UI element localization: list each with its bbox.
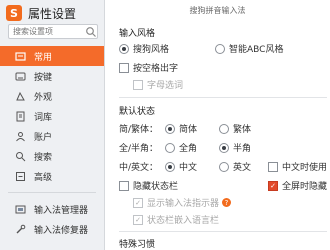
tool-ime-manager[interactable]: 输入法管理器: [0, 199, 104, 219]
checkbox-embed-status[interactable]: ✓ 状态栏嵌入语言栏: [133, 213, 219, 226]
radio-half-width[interactable]: 半角: [219, 141, 251, 154]
book-icon: [14, 110, 26, 122]
section-title-habits: 特殊习惯: [119, 240, 156, 250]
section-divider: [119, 97, 327, 98]
checkbox[interactable]: [268, 161, 278, 172]
label-simp-trad: 简/繁体：: [119, 122, 158, 135]
field-label: 简/繁体：: [119, 125, 159, 135]
sidebar-item-label: 高级: [34, 172, 53, 183]
settings-panel: 搜狗拼音输入法 输入风格 搜狗风格 智能ABC风格 按空格出字 字母选词 默认状…: [105, 0, 330, 250]
radio-button[interactable]: [219, 142, 229, 153]
checkbox[interactable]: [133, 79, 143, 90]
checkbox[interactable]: [119, 180, 129, 191]
search-box[interactable]: [8, 24, 98, 39]
radio-button[interactable]: [165, 123, 175, 134]
checkbox[interactable]: ✓: [133, 197, 143, 208]
palette-icon: [14, 90, 26, 102]
radio-english[interactable]: 英文: [219, 160, 251, 173]
checkbox-label: 字母选词: [147, 81, 184, 91]
radio-simplified[interactable]: 简体: [165, 122, 197, 135]
checkbox-letter-select[interactable]: 字母选词: [133, 78, 183, 91]
keyboard-icon: [14, 70, 26, 82]
radio-label: 半角: [233, 144, 252, 154]
sidebar-divider: [8, 192, 96, 193]
radio-chinese[interactable]: 中文: [165, 160, 197, 173]
field-label: 全/半角：: [119, 144, 159, 154]
radio-traditional[interactable]: 繁体: [219, 122, 251, 135]
checkbox[interactable]: ✓: [133, 214, 143, 225]
checkbox-label: 全屏时隐藏: [282, 182, 328, 192]
help-icon[interactable]: ?: [222, 198, 232, 207]
sidebar-item-label: 按键: [34, 72, 53, 83]
title-bar: S 属性设置: [0, 0, 104, 26]
radio-label: 英文: [233, 163, 252, 173]
sidebar-item-advanced[interactable]: 高级: [0, 166, 104, 186]
home-icon: [14, 50, 26, 62]
radio-label: 繁体: [233, 125, 252, 135]
checkbox-label: 按空格出字: [133, 64, 179, 74]
radio-button[interactable]: [219, 123, 229, 134]
settings-icon: [14, 170, 26, 182]
radio-abc-style[interactable]: 智能ABC风格: [215, 42, 283, 55]
search-icon[interactable]: [85, 26, 97, 38]
radio-label: 全角: [179, 144, 198, 154]
radio-label: 中文: [179, 163, 198, 173]
radio-button[interactable]: [215, 43, 225, 54]
sidebar: S 属性设置 常用 按键 外观: [0, 0, 105, 250]
repair-icon: [14, 223, 26, 235]
field-label: 中/英文：: [119, 163, 159, 173]
checkbox-hide-status[interactable]: 隐藏状态栏: [119, 179, 178, 192]
radio-label: 搜狗风格: [133, 45, 170, 55]
sidebar-item-keys[interactable]: 按键: [0, 66, 104, 86]
tool-label: 输入法修复器: [34, 225, 89, 236]
sogou-logo: S: [6, 5, 22, 21]
section-title-input-style: 输入风格: [119, 29, 156, 39]
search-input[interactable]: [9, 25, 85, 38]
label-width: 全/半角：: [119, 141, 158, 154]
manager-icon: [14, 203, 26, 215]
sidebar-item-appearance[interactable]: 外观: [0, 86, 104, 106]
user-icon: [14, 130, 26, 142]
sidebar-item-label: 搜索: [34, 152, 53, 163]
tool-label: 输入法管理器: [34, 205, 89, 216]
label-language: 中/英文：: [119, 160, 158, 173]
sidebar-item-label: 词库: [34, 112, 53, 123]
checkbox-show-indicator[interactable]: ✓ 显示输入法指示器 ?: [133, 196, 232, 209]
radio-label: 简体: [179, 125, 198, 135]
radio-full-width[interactable]: 全角: [165, 141, 197, 154]
radio-button[interactable]: [219, 161, 229, 172]
sidebar-item-search[interactable]: 搜索: [0, 146, 104, 166]
radio-button[interactable]: [165, 161, 175, 172]
sidebar-item-account[interactable]: 账户: [0, 126, 104, 146]
checkbox-space-output[interactable]: 按空格出字: [119, 61, 178, 74]
tool-ime-repair[interactable]: 输入法修复器: [0, 219, 104, 239]
radio-label: 智能ABC风格: [229, 45, 284, 55]
checkbox-label: 显示输入法指示器: [147, 199, 220, 209]
window-title: 属性设置: [28, 6, 77, 21]
checkbox-label: 状态栏嵌入语言栏: [147, 216, 220, 226]
sidebar-item-label: 账户: [34, 132, 53, 143]
panel-subtitle: 搜狗拼音输入法: [189, 6, 246, 15]
radio-sogou-style[interactable]: 搜狗风格: [119, 42, 169, 55]
search-icon: [14, 150, 26, 162]
sidebar-nav: 常用 按键 外观 词库 账户 搜索 高级 输入法管理器 输入法修复器: [0, 46, 104, 239]
checkbox-label: 中文时使用: [282, 163, 328, 173]
checkbox[interactable]: [119, 62, 129, 73]
sidebar-item-common[interactable]: 常用: [0, 46, 104, 66]
checkbox-label: 隐藏状态栏: [133, 182, 179, 192]
sidebar-item-dictionary[interactable]: 词库: [0, 106, 104, 126]
radio-button[interactable]: [119, 43, 129, 54]
checkbox[interactable]: ✓: [268, 180, 278, 191]
sidebar-item-label: 常用: [34, 52, 53, 63]
checkbox-chinese-punct[interactable]: 中文时使用: [268, 160, 327, 173]
section-divider: [119, 231, 327, 232]
radio-button[interactable]: [165, 142, 175, 153]
section-title-default-state: 默认状态: [119, 107, 156, 117]
checkbox-fullscreen-hide[interactable]: ✓ 全屏时隐藏: [268, 179, 327, 192]
sidebar-item-label: 外观: [34, 92, 53, 103]
